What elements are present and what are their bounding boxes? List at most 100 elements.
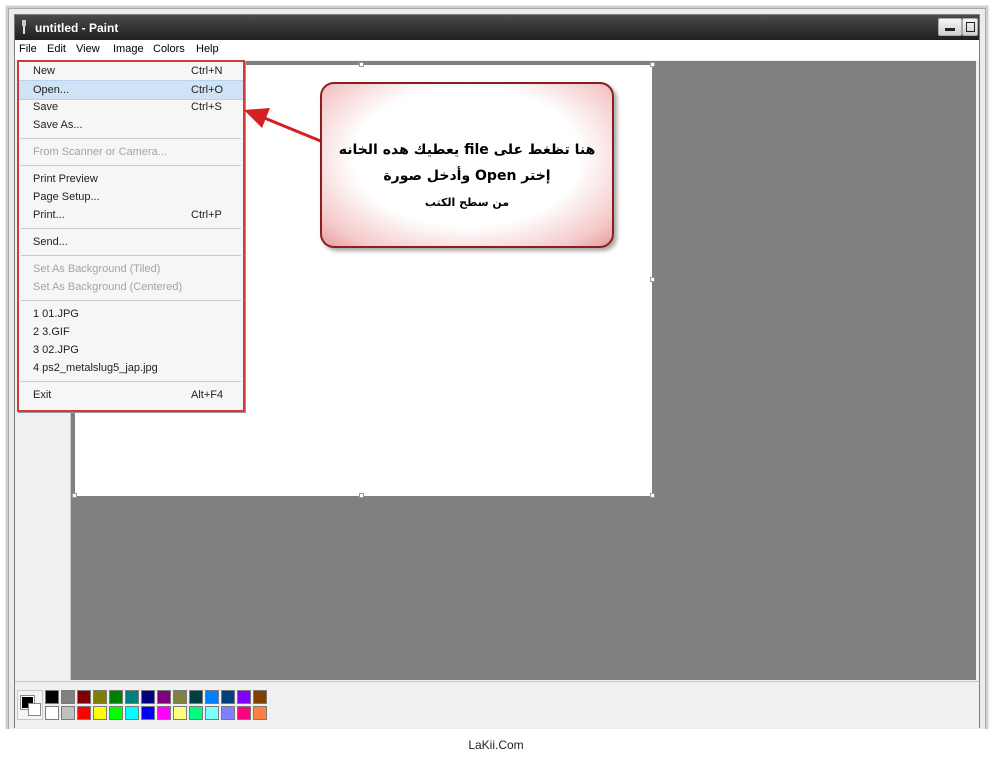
menu-item-shortcut: Ctrl+P (191, 209, 222, 221)
color-swatch[interactable] (205, 706, 219, 720)
color-swatch[interactable] (157, 690, 171, 704)
minimize-icon (945, 28, 955, 31)
color-swatch[interactable] (237, 690, 251, 704)
title-bar[interactable]: untitled - Paint (15, 15, 979, 40)
color-swatch[interactable] (237, 706, 251, 720)
color-palette (15, 681, 979, 728)
menu-item-recent-4[interactable]: 4 ps2_metalslug5_jap.jpg (19, 359, 243, 377)
menu-separator (21, 228, 241, 229)
footer: LaKii.Com (0, 729, 992, 770)
menu-separator (21, 381, 241, 382)
menu-item-label: New (33, 65, 56, 77)
paint-app-icon (22, 20, 26, 34)
menu-file[interactable]: File (19, 43, 37, 55)
background-color (28, 703, 41, 716)
color-swatch[interactable] (221, 706, 235, 720)
resize-handle-bottom-left[interactable] (72, 493, 77, 498)
menu-item-save[interactable]: Save Ctrl+S (19, 98, 243, 116)
menu-item-label: Set As Background (Tiled) (33, 263, 161, 275)
resize-handle-top-right[interactable] (650, 62, 655, 67)
resize-handle-right[interactable] (650, 277, 655, 282)
resize-handle-bottom[interactable] (359, 493, 364, 498)
color-swatch[interactable] (221, 690, 235, 704)
menu-bar: File Edit View Image Colors Help (15, 40, 979, 60)
menu-item-shortcut: Ctrl+N (191, 65, 223, 77)
maximize-button[interactable] (962, 18, 978, 36)
menu-item-label: Page Setup... (33, 191, 100, 203)
callout-line-1: هنا تظغط على file يعطيك هده الخانه (338, 142, 596, 158)
menu-item-shortcut: Ctrl+S (191, 101, 222, 113)
color-swatch[interactable] (45, 690, 59, 704)
menu-separator (21, 165, 241, 166)
callout-line-3: من سطح الكتب (424, 196, 510, 209)
window-title: untitled - Paint (35, 21, 119, 35)
menu-item-label: Save As... (33, 119, 83, 131)
menu-item-label: 4 ps2_metalslug5_jap.jpg (33, 362, 158, 374)
menu-item-print-preview[interactable]: Print Preview (19, 170, 243, 188)
menu-view[interactable]: View (76, 43, 100, 55)
menu-item-label: Print Preview (33, 173, 98, 185)
color-swatch[interactable] (205, 690, 219, 704)
menu-separator (21, 255, 241, 256)
menu-item-label: From Scanner or Camera... (33, 146, 167, 158)
color-swatch[interactable] (109, 690, 123, 704)
menu-item-label: 3 02.JPG (33, 344, 79, 356)
color-swatch[interactable] (61, 690, 75, 704)
menu-item-label: Save (33, 101, 59, 113)
maximize-icon (966, 22, 975, 32)
color-swatch[interactable] (125, 706, 139, 720)
menu-item-recent-1[interactable]: 1 01.JPG (19, 305, 243, 323)
menu-item-label: Open... (33, 84, 70, 96)
callout-line-2: إختر Open وأدخل صورة (383, 168, 551, 184)
menu-item-shortcut: Alt+F4 (191, 389, 224, 401)
menu-item-save-as[interactable]: Save As... (19, 116, 243, 134)
menu-item-background-centered: Set As Background (Centered) (19, 278, 243, 296)
color-swatch[interactable] (93, 690, 107, 704)
menu-item-label: 2 3.GIF (33, 326, 70, 338)
color-swatch[interactable] (109, 706, 123, 720)
color-swatch[interactable] (173, 690, 187, 704)
menu-colors[interactable]: Colors (153, 43, 185, 55)
menu-item-shortcut: Ctrl+O (191, 84, 224, 96)
color-swatch[interactable] (125, 690, 139, 704)
menu-item-label: Set As Background (Centered) (33, 281, 183, 293)
menu-item-open[interactable]: Open... Ctrl+O (19, 80, 243, 100)
menu-item-from-scanner: From Scanner or Camera... (19, 143, 243, 161)
color-swatch[interactable] (253, 706, 267, 720)
color-swatch[interactable] (77, 690, 91, 704)
menu-image[interactable]: Image (113, 43, 144, 55)
menu-item-page-setup[interactable]: Page Setup... (19, 188, 243, 206)
color-swatch[interactable] (157, 706, 171, 720)
color-swatch[interactable] (61, 706, 75, 720)
color-swatch[interactable] (45, 706, 59, 720)
resize-handle-bottom-right[interactable] (650, 493, 655, 498)
menu-item-recent-2[interactable]: 2 3.GIF (19, 323, 243, 341)
color-swatch[interactable] (173, 706, 187, 720)
color-swatch[interactable] (93, 706, 107, 720)
menu-item-print[interactable]: Print... Ctrl+P (19, 206, 243, 224)
color-swatch[interactable] (253, 690, 267, 704)
menu-item-recent-3[interactable]: 3 02.JPG (19, 341, 243, 359)
menu-separator (21, 138, 241, 139)
menu-item-label: Print... (33, 209, 65, 221)
menu-help[interactable]: Help (196, 43, 219, 55)
menu-separator (21, 300, 241, 301)
color-swatch[interactable] (141, 690, 155, 704)
color-swatch[interactable] (189, 706, 203, 720)
menu-edit[interactable]: Edit (47, 43, 66, 55)
footer-brand: LaKii.Com (468, 738, 524, 752)
menu-item-new[interactable]: New Ctrl+N (19, 62, 243, 80)
color-swatch[interactable] (189, 690, 203, 704)
menu-item-label: Exit (33, 389, 52, 401)
annotation-callout: هنا تظغط على file يعطيك هده الخانه إختر … (320, 82, 614, 248)
menu-item-background-tiled: Set As Background (Tiled) (19, 260, 243, 278)
minimize-button[interactable] (938, 18, 962, 36)
current-colors[interactable] (17, 690, 43, 720)
menu-item-label: Send... (33, 236, 68, 248)
menu-item-send[interactable]: Send... (19, 233, 243, 251)
file-menu-dropdown: New Ctrl+N Open... Ctrl+O Save Ctrl+S Sa… (17, 60, 245, 412)
color-swatch[interactable] (141, 706, 155, 720)
resize-handle-top[interactable] (359, 62, 364, 67)
menu-item-exit[interactable]: Exit Alt+F4 (19, 386, 243, 404)
color-swatch[interactable] (77, 706, 91, 720)
